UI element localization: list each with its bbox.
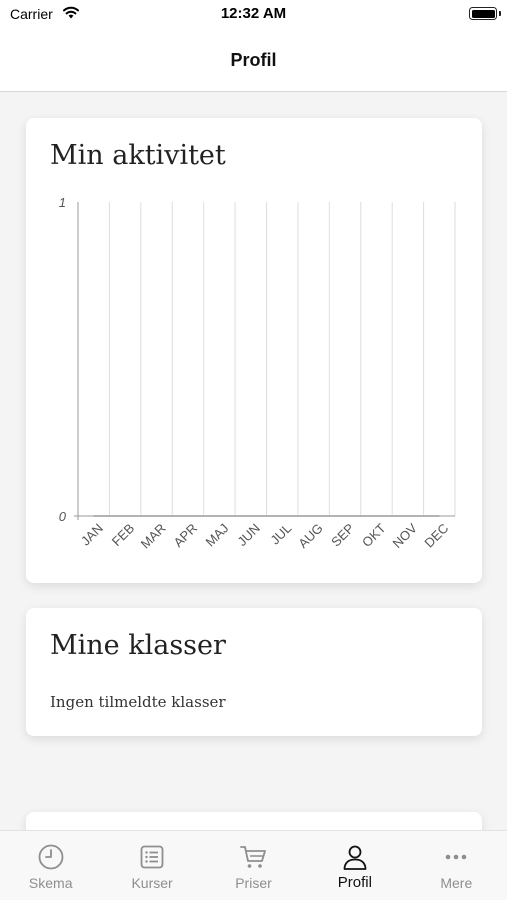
classes-card: Mine klasser Ingen tilmeldte klasser xyxy=(26,608,482,736)
tab-priser[interactable]: Priser xyxy=(203,831,304,900)
data-point xyxy=(375,515,378,517)
data-point xyxy=(218,515,220,517)
list-icon xyxy=(140,845,164,869)
x-tick-label: OKT xyxy=(359,520,389,550)
x-tick-label: SEP xyxy=(328,521,357,550)
battery-icon xyxy=(469,7,497,20)
person-icon xyxy=(343,845,367,870)
activity-card: Min aktivitet 0 1 JAN FEB MAR APR MAJ JUN JUL AUG… xyxy=(26,118,482,583)
y-tick-label: 0 xyxy=(59,509,67,524)
empty-classes-text: Ingen tilmeldte klasser xyxy=(50,693,226,711)
tab-mere[interactable]: Mere xyxy=(406,831,507,900)
classes-title: Mine klasser xyxy=(50,630,226,661)
x-tick-label: MAJ xyxy=(203,521,232,550)
page-title: Profil xyxy=(230,50,277,70)
tab-skema[interactable]: Skema xyxy=(0,831,101,900)
tab-kurser-label: Kurser xyxy=(131,875,173,891)
tab-mere-label: Mere xyxy=(440,875,473,891)
x-tick-label: MAR xyxy=(138,521,169,552)
x-tick-label: FEB xyxy=(109,521,137,549)
x-tick-label: NOV xyxy=(389,520,420,551)
data-point xyxy=(344,515,346,517)
tab-skema-label: Skema xyxy=(28,875,73,891)
data-point xyxy=(93,515,95,517)
activity-chart: 0 1 JAN FEB MAR APR MAJ JUN JUL AUG SEP OKT NOV DEC xyxy=(59,195,456,552)
data-point xyxy=(187,515,189,517)
x-tick-label: AUG xyxy=(295,521,326,552)
tab-profil-label: Profil xyxy=(337,874,372,891)
x-tick-label: JUL xyxy=(267,521,294,548)
tab-kurser[interactable]: Kurser xyxy=(101,831,202,900)
clock-icon xyxy=(38,844,64,870)
y-tick-label: 1 xyxy=(59,195,66,210)
x-tick-label: DEC xyxy=(421,521,451,551)
x-tick-label: JAN xyxy=(78,521,106,549)
data-point xyxy=(313,515,315,517)
x-tick-label: APR xyxy=(171,521,201,551)
data-point xyxy=(407,515,409,517)
x-tick-label: JUN xyxy=(234,521,262,549)
more-icon xyxy=(445,854,467,860)
cart-icon xyxy=(240,846,267,868)
tab-profil[interactable]: Profil xyxy=(304,831,405,900)
data-point xyxy=(155,515,158,517)
tab-bar: Skema Kurser Priser Profil Mere xyxy=(0,830,507,900)
data-point xyxy=(438,515,440,517)
navigation-bar: Profil xyxy=(0,30,507,92)
status-time: 12:32 AM xyxy=(220,5,287,22)
tab-priser-label: Priser xyxy=(235,875,272,891)
status-bar: Carrier 12:32 AM xyxy=(0,0,507,30)
data-point xyxy=(281,515,283,517)
data-point xyxy=(124,515,126,517)
data-point xyxy=(250,515,252,517)
